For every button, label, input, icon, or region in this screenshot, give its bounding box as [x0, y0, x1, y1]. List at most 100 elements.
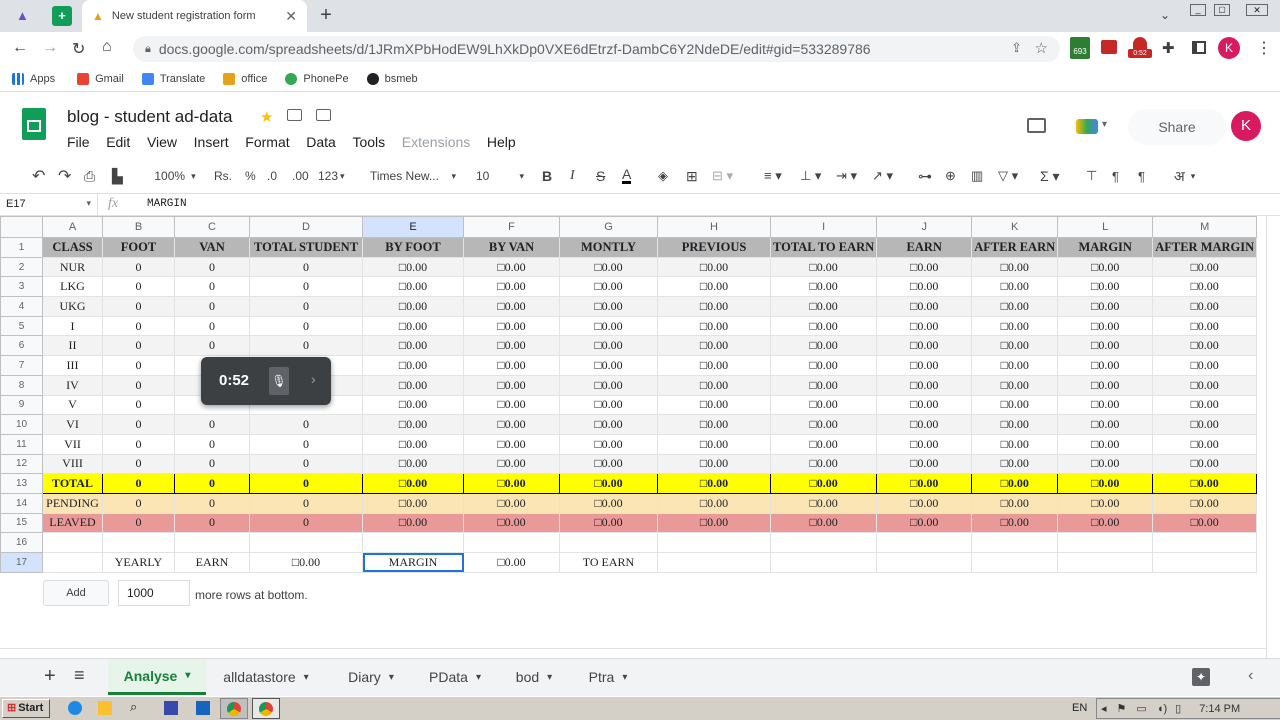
chrome-taskbar-button-active[interactable]: [252, 698, 280, 719]
bold-button[interactable]: B: [542, 166, 552, 186]
cell-e4[interactable]: □0.00: [362, 296, 464, 317]
cell-j11[interactable]: □0.00: [876, 433, 973, 455]
cell-j5[interactable]: □0.00: [876, 315, 973, 337]
cell-k11[interactable]: □0.00: [971, 433, 1059, 455]
column-header-c[interactable]: C: [174, 216, 250, 238]
maximize-button[interactable]: ▢: [1214, 4, 1230, 16]
cell-b17[interactable]: YEARLY: [102, 552, 175, 573]
collapse-panel-icon[interactable]: ‹: [1248, 667, 1253, 685]
tab-search-icon[interactable]: ▲: [16, 8, 34, 24]
cell-e10[interactable]: □0.00: [362, 414, 464, 435]
vertical-align-icon[interactable]: ⊥ ▾: [800, 166, 821, 186]
cell-b2[interactable]: 0: [102, 256, 175, 278]
cell-i7[interactable]: □0.00: [769, 355, 878, 376]
cell-g14[interactable]: □0.00: [559, 492, 658, 514]
cell-h10[interactable]: □0.00: [657, 414, 771, 435]
row-header[interactable]: 6: [0, 335, 43, 357]
cell-i9[interactable]: □0.00: [769, 394, 878, 416]
cell-m14[interactable]: □0.00: [1152, 492, 1258, 514]
move-folder-icon[interactable]: [287, 109, 302, 121]
cell-d13[interactable]: 0: [249, 473, 363, 494]
cell-c4[interactable]: 0: [174, 296, 250, 317]
row-header[interactable]: 13: [0, 473, 43, 494]
row-header[interactable]: 11: [0, 433, 43, 455]
cell-j4[interactable]: □0.00: [876, 296, 973, 317]
cell-e13[interactable]: □0.00: [362, 473, 464, 494]
cell-b16[interactable]: [102, 532, 175, 553]
cell-a17[interactable]: [42, 552, 103, 573]
cell-f3[interactable]: □0.00: [463, 276, 560, 298]
cell-j6[interactable]: □0.00: [876, 335, 973, 357]
cell-h3[interactable]: □0.00: [657, 276, 771, 298]
sheet-tab-diary[interactable]: Diary ▾: [334, 659, 408, 695]
row-header[interactable]: 1: [0, 237, 43, 258]
name-box[interactable]: E17 ▾: [0, 194, 98, 215]
cell-a7[interactable]: III: [42, 355, 103, 376]
add-rows-count-input[interactable]: 1000: [118, 580, 190, 606]
cell-l10[interactable]: □0.00: [1057, 414, 1154, 435]
cell-d2[interactable]: 0: [249, 256, 363, 278]
cell-a15[interactable]: LEAVED: [42, 512, 103, 534]
cell-i14[interactable]: □0.00: [769, 492, 878, 514]
cell-j3[interactable]: □0.00: [876, 276, 973, 298]
cell-i11[interactable]: □0.00: [769, 433, 878, 455]
cell-e2[interactable]: □0.00: [362, 256, 464, 278]
bookmark-office[interactable]: office: [223, 72, 267, 85]
merge-cells-icon[interactable]: ⊟ ▾: [712, 166, 733, 186]
cell-j15[interactable]: □0.00: [876, 512, 973, 534]
chevron-down-icon[interactable]: ▾: [476, 672, 481, 683]
cell-k12[interactable]: □0.00: [971, 453, 1059, 475]
cell-i4[interactable]: □0.00: [769, 296, 878, 317]
undo-icon[interactable]: ↶: [32, 166, 45, 186]
cell-g4[interactable]: □0.00: [559, 296, 658, 317]
cell-f10[interactable]: □0.00: [463, 414, 560, 435]
cell-m4[interactable]: □0.00: [1152, 296, 1258, 317]
cell-k4[interactable]: □0.00: [971, 296, 1059, 317]
column-header-m[interactable]: M: [1152, 216, 1258, 238]
text-color-button[interactable]: A: [622, 166, 632, 184]
cell-h14[interactable]: □0.00: [657, 492, 771, 514]
cell-c17[interactable]: EARN: [174, 552, 250, 573]
cell-l8[interactable]: □0.00: [1057, 374, 1154, 396]
all-sheets-icon[interactable]: ≡: [74, 665, 85, 686]
cell-f1[interactable]: BY VAN: [463, 237, 560, 258]
reload-icon[interactable]: ↻: [72, 39, 85, 59]
cell-l3[interactable]: □0.00: [1057, 276, 1154, 298]
cell-g6[interactable]: □0.00: [559, 335, 658, 357]
row-header[interactable]: 2: [0, 256, 43, 278]
cell-m5[interactable]: □0.00: [1152, 315, 1258, 337]
bookmark-bsmeb[interactable]: bsmeb: [366, 72, 418, 85]
volume-icon[interactable]: ◖): [1157, 703, 1167, 715]
extensions-puzzle-icon[interactable]: ✚: [1162, 39, 1175, 57]
language-indicator[interactable]: EN: [1072, 702, 1087, 714]
cell-m17[interactable]: [1152, 552, 1258, 573]
doc-title[interactable]: blog - student ad-data: [67, 107, 232, 127]
row-header[interactable]: 9: [0, 394, 43, 416]
cell-a5[interactable]: I: [42, 315, 103, 337]
cell-h7[interactable]: □0.00: [657, 355, 771, 376]
browser-menu-icon[interactable]: ⋮: [1256, 38, 1272, 58]
column-header-h[interactable]: H: [657, 216, 771, 238]
column-header-f[interactable]: F: [463, 216, 560, 238]
cell-i1[interactable]: TOTAL TO EARN: [769, 237, 878, 258]
cell-l9[interactable]: □0.00: [1057, 394, 1154, 416]
print-icon[interactable]: ⎙: [84, 166, 95, 186]
row-header[interactable]: 3: [0, 276, 43, 298]
cell-h12[interactable]: □0.00: [657, 453, 771, 475]
column-header-j[interactable]: J: [876, 216, 973, 238]
cell-m2[interactable]: □0.00: [1152, 256, 1258, 278]
cell-l2[interactable]: □0.00: [1057, 256, 1154, 278]
close-window-button[interactable]: ✕: [1246, 4, 1268, 16]
cell-g13[interactable]: □0.00: [559, 473, 658, 494]
borders-icon[interactable]: ⊞: [686, 166, 698, 186]
star-icon[interactable]: ☆: [1035, 39, 1048, 57]
cell-c1[interactable]: VAN: [174, 237, 250, 258]
row-header[interactable]: 7: [0, 355, 43, 376]
filter-icon[interactable]: ▽ ▾: [998, 166, 1018, 186]
cell-g8[interactable]: □0.00: [559, 374, 658, 396]
row-header[interactable]: 4: [0, 296, 43, 317]
cell-a13[interactable]: TOTAL: [42, 473, 103, 494]
cell-b14[interactable]: 0: [102, 492, 175, 514]
cell-f9[interactable]: □0.00: [463, 394, 560, 416]
cell-h15[interactable]: □0.00: [657, 512, 771, 534]
